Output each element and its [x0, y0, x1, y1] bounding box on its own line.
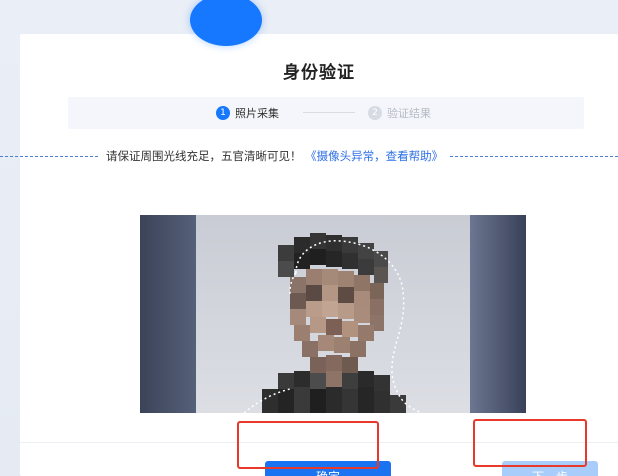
next-button-highlight: [473, 419, 587, 467]
step-connector: [303, 112, 355, 113]
page-background: 身份验证 1 照片采集 2 验证结果 请保证周围光线充足，五官清晰可见！ 《摄像…: [0, 0, 618, 476]
lighting-tip: 请保证周围光线充足，五官清晰可见！ 《摄像头异常，查看帮助》: [100, 148, 450, 164]
step-photo-capture: 1 照片采集: [216, 105, 279, 121]
confirm-button-highlight: [237, 421, 379, 469]
pixelated-face-image: [243, 233, 423, 413]
header-decoration: [190, 0, 262, 46]
tip-text: 请保证周围光线充足，五官清晰可见！: [106, 149, 302, 163]
step-number-badge: 1: [216, 106, 230, 120]
step-label: 验证结果: [387, 107, 431, 120]
camera-help-link[interactable]: 《摄像头异常，查看帮助》: [305, 149, 443, 163]
camera-preview: [140, 215, 526, 413]
pixelated-face: [262, 233, 406, 413]
step-progress-bar: 1 照片采集 2 验证结果: [68, 97, 584, 129]
step-verification-result: 2 验证结果: [368, 105, 431, 121]
step-number-badge: 2: [368, 106, 382, 120]
step-label: 照片采集: [235, 107, 279, 120]
dialog-title: 身份验证: [283, 63, 355, 83]
identity-verification-dialog: 身份验证 1 照片采集 2 验证结果: [20, 0, 618, 476]
